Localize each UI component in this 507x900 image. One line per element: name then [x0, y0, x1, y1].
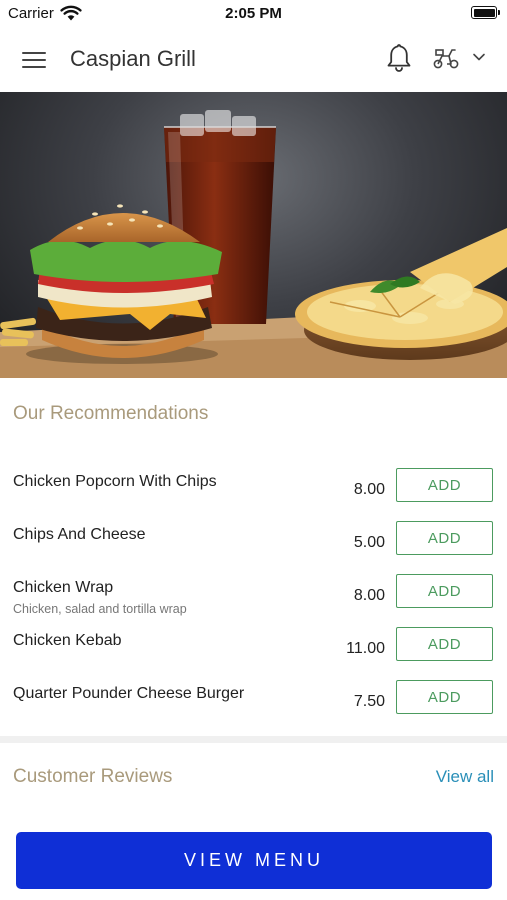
- view-all-link[interactable]: View all: [436, 767, 494, 787]
- hero-banner: [0, 92, 507, 378]
- status-time: 2:05 PM: [225, 5, 282, 22]
- menu-icon[interactable]: [22, 49, 48, 71]
- item-name: Chicken Wrap: [13, 579, 114, 596]
- item-name: Chips And Cheese: [13, 526, 146, 543]
- section-divider: [0, 736, 507, 743]
- item-description: Chicken, salad and tortilla wrap: [13, 602, 187, 616]
- status-bar: Carrier 2:05 PM: [0, 0, 507, 28]
- item-price: 11.00: [346, 640, 385, 657]
- item-price: 5.00: [353, 534, 385, 551]
- menu-item: Chicken Kebab 11.00 ADD: [0, 625, 507, 677]
- item-price: 7.50: [353, 693, 385, 710]
- item-name: Chicken Kebab: [13, 632, 122, 649]
- recommendations-heading: Our Recommendations: [13, 403, 209, 424]
- menu-item: Chicken Wrap Chicken, salad and tortilla…: [0, 572, 507, 624]
- view-menu-button[interactable]: VIEW MENU: [16, 832, 492, 889]
- app-header: Caspian Grill: [0, 28, 507, 92]
- add-button[interactable]: ADD: [396, 574, 493, 608]
- add-button[interactable]: ADD: [396, 680, 493, 714]
- burger-cola-pizza-photo: [0, 110, 507, 378]
- item-name: Chicken Popcorn With Chips: [13, 473, 217, 490]
- chevron-down-icon[interactable]: [472, 50, 486, 64]
- item-price: 8.00: [353, 481, 385, 498]
- battery-icon: [471, 6, 500, 19]
- item-price: 8.00: [353, 587, 385, 604]
- add-button[interactable]: ADD: [396, 468, 493, 502]
- restaurant-title: Caspian Grill: [70, 46, 196, 71]
- menu-item: Chips And Cheese 5.00 ADD: [0, 519, 507, 571]
- reviews-heading: Customer Reviews: [13, 766, 173, 787]
- add-button[interactable]: ADD: [396, 521, 493, 555]
- scooter-icon[interactable]: [431, 44, 461, 72]
- bell-icon[interactable]: [385, 42, 413, 74]
- menu-item: Quarter Pounder Cheese Burger 7.50 ADD: [0, 678, 507, 730]
- menu-item: Chicken Popcorn With Chips 8.00 ADD: [0, 466, 507, 518]
- item-name: Quarter Pounder Cheese Burger: [13, 685, 245, 702]
- add-button[interactable]: ADD: [396, 627, 493, 661]
